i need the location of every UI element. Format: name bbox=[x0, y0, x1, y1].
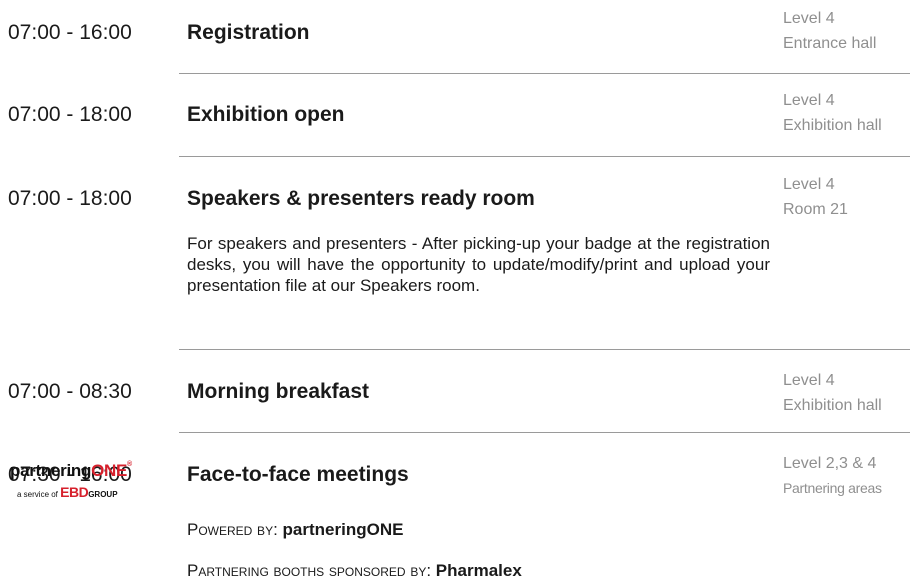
logo-service-line: a service of EBDGROUP bbox=[10, 484, 170, 500]
logo-group: GROUP bbox=[88, 490, 118, 499]
logo-registered-mark: ® bbox=[127, 461, 132, 468]
booths-sponsor-line: Partnering booths sponsored by: Pharmale… bbox=[187, 561, 522, 580]
session-title: Face-to-face meetings bbox=[187, 463, 409, 486]
session-description: For speakers and presenters - After pick… bbox=[187, 234, 770, 295]
session-title: Exhibition open bbox=[187, 103, 345, 126]
session-level: Level 4 bbox=[783, 372, 835, 389]
session-time: 07:00 - 16:00 bbox=[8, 21, 132, 44]
session-room: Exhibition hall bbox=[783, 397, 882, 414]
session-location: Level 4 Room 21 bbox=[783, 172, 848, 222]
session-level: Level 4 bbox=[783, 176, 835, 193]
session-title: Registration bbox=[187, 21, 310, 44]
session-time: 07:00 - 18:00 bbox=[8, 187, 132, 210]
logo-brand-main: partnering bbox=[10, 461, 92, 480]
session-location: Level 4 Exhibition hall bbox=[783, 368, 882, 418]
session-time: 07:00 - 18:00 bbox=[8, 103, 132, 126]
divider bbox=[179, 349, 910, 350]
session-location: Level 4 Exhibition hall bbox=[783, 88, 882, 138]
session-title: Speakers & presenters ready room bbox=[187, 187, 535, 210]
session-level: Level 2,3 & 4 bbox=[783, 455, 877, 472]
booths-sponsor-value: Pharmalex bbox=[435, 561, 522, 580]
logo-brand-accent: ONE bbox=[91, 461, 128, 480]
powered-by-label: Powered by bbox=[187, 520, 274, 539]
logo-ebd: EBD bbox=[60, 484, 89, 500]
session-room: Entrance hall bbox=[783, 35, 877, 52]
partneringone-logo: partneringONE® a service of EBDGROUP bbox=[10, 461, 170, 500]
divider bbox=[179, 432, 910, 433]
session-level: Level 4 bbox=[783, 92, 835, 109]
session-location: Level 2,3 & 4 Partnering areas bbox=[783, 451, 882, 501]
session-room: Exhibition hall bbox=[783, 117, 882, 134]
powered-by-value: partneringONE bbox=[282, 520, 404, 539]
logo-brand: partneringONE® bbox=[10, 461, 170, 481]
session-time: 07:00 - 08:30 bbox=[8, 380, 132, 403]
session-title: Morning breakfast bbox=[187, 380, 370, 403]
session-level: Level 4 bbox=[783, 10, 835, 27]
booths-sponsor-label: Partnering booths sponsored by bbox=[187, 561, 427, 580]
session-room: Room 21 bbox=[783, 201, 848, 218]
logo-service-text: a service of bbox=[17, 490, 58, 499]
session-room: Partnering areas bbox=[783, 480, 882, 496]
divider bbox=[179, 73, 910, 74]
session-location: Level 4 Entrance hall bbox=[783, 6, 876, 56]
divider bbox=[179, 156, 910, 157]
powered-by-line: Powered by: partneringONE bbox=[187, 520, 404, 539]
